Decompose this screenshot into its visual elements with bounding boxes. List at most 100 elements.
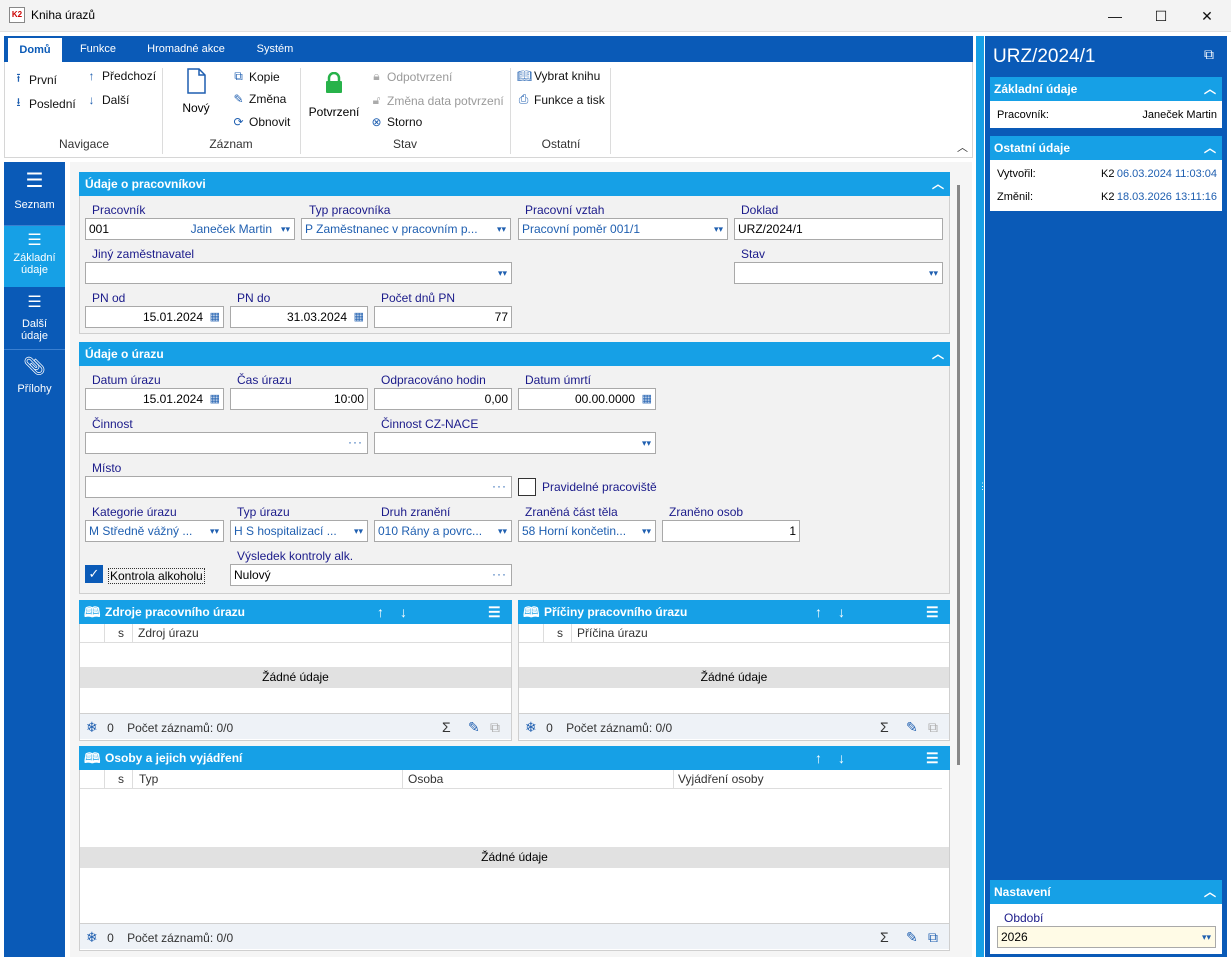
pencil-icon[interactable]: ✎ [468,714,480,740]
datum-urazu-field[interactable]: 15.01.2024 ▦ [85,388,224,410]
zraneno-osob-field[interactable]: 1 [662,520,800,542]
add-record-icon[interactable]: ⧉ [928,924,938,950]
typ-pracovnika-field[interactable]: P Zaměstnanec v pracovním p... ▾▾ [301,218,511,240]
move-down-icon[interactable]: ↓ [838,600,845,624]
pocet-dnu-pn-field[interactable]: 77 [374,306,512,328]
select-book-button[interactable]: 📖︎ Vybrat knihu [517,69,600,83]
move-up-icon[interactable]: ↑ [377,600,384,624]
pravidelne-pracoviste-checkbox[interactable] [518,478,536,496]
dropdown-icon[interactable]: ▾▾ [210,521,219,541]
pencil-icon[interactable]: ✎ [906,924,918,950]
col-s[interactable]: s [118,770,124,789]
obdobi-field[interactable]: 2026 ▾▾ [997,926,1216,948]
pencil-icon[interactable]: ✎ [906,714,918,740]
nav-seznam[interactable]: ☰ Seznam [4,166,65,224]
open-external-icon[interactable]: ⧉ [1204,46,1214,63]
nav-zakladni-udaje[interactable]: ☰ Základní údaje [4,226,65,287]
tab-hromadne-akce[interactable]: Hromadné akce [136,36,236,62]
sum-icon[interactable]: Σ [880,714,889,740]
kategorie-field[interactable]: M Středně vážný ... ▾▾ [85,520,224,542]
calendar-icon[interactable]: ▦ [642,389,652,409]
col-zdroj-urazu[interactable]: Zdroj úrazu [138,624,199,643]
collapse-icon[interactable]: ︿ [932,172,944,196]
tab-domu[interactable]: Domů [8,38,62,62]
snowflake-icon[interactable]: ❄ [86,929,98,945]
collapse-icon[interactable]: ︿ [1204,136,1216,160]
col-s[interactable]: s [557,624,563,643]
snowflake-icon[interactable]: ❄ [525,719,537,735]
move-up-icon[interactable]: ↑ [815,746,822,770]
new-button[interactable]: Nový [172,68,220,115]
tab-funkce[interactable]: Funkce [70,36,126,62]
nav-prilohy[interactable]: 📎︎ Přílohy [4,352,65,407]
pracovni-vztah-field[interactable]: Pracovní poměr 001/1 ▾▾ [518,218,728,240]
scrollbar[interactable] [957,185,960,765]
tab-system[interactable]: Systém [246,36,304,62]
menu-icon[interactable]: ☰ [488,600,501,624]
calendar-icon[interactable]: ▦ [210,389,220,409]
dropdown-icon[interactable]: ▾▾ [354,521,363,541]
col-typ[interactable]: Typ [139,770,158,789]
misto-field[interactable]: ··· [85,476,512,498]
collapse-icon[interactable]: ︿ [932,342,944,366]
dropdown-icon[interactable]: ▾▾ [642,521,651,541]
print-button[interactable]: ⎙ Funkce a tisk [517,92,605,107]
ellipsis-icon[interactable]: ··· [492,565,507,584]
unconfirm-button[interactable]: 🔒︎ Odpotvrzení [370,69,452,84]
first-button[interactable]: ⭱ První [12,69,57,90]
sum-icon[interactable]: Σ [442,714,451,740]
minimize-button[interactable]: — [1092,0,1138,32]
cinnost-field[interactable]: ··· [85,432,368,454]
col-s[interactable]: s [118,624,124,643]
nav-dalsi-udaje[interactable]: ☰ Další údaje [4,288,65,348]
menu-icon[interactable]: ☰ [926,746,939,770]
add-record-icon[interactable]: ⧉ [490,714,500,740]
refresh-button[interactable]: ⟳ Obnovit [232,115,290,129]
panel-splitter[interactable]: ⋮ [976,36,987,957]
pracovnik-field[interactable]: 001 Janeček Martin ▾▾ [85,218,295,240]
vysledek-kontroly-field[interactable]: Nulový ··· [230,564,512,586]
collapse-icon[interactable]: ︿ [1204,77,1216,101]
move-up-icon[interactable]: ↑ [815,600,822,624]
typ-urazu-field[interactable]: H S hospitalizací ... ▾▾ [230,520,368,542]
ellipsis-icon[interactable]: ··· [492,477,507,496]
calendar-icon[interactable]: ▦ [210,307,220,327]
previous-button[interactable]: ↑ Předchozí [85,69,157,83]
snowflake-icon[interactable]: ❄ [86,719,98,735]
move-down-icon[interactable]: ↓ [838,746,845,770]
next-button[interactable]: ↓ Další [85,93,130,107]
add-record-icon[interactable]: ⧉ [928,714,938,740]
dropdown-icon[interactable]: ▾▾ [714,219,723,239]
dropdown-icon[interactable]: ▾▾ [498,521,507,541]
ellipsis-icon[interactable]: ··· [348,433,363,452]
menu-icon[interactable]: ☰ [926,600,939,624]
dropdown-icon[interactable]: ▾▾ [1202,927,1211,947]
close-button[interactable]: ✕ [1184,0,1230,32]
maximize-button[interactable]: ☐ [1138,0,1184,32]
last-button[interactable]: ⭳ Poslední [12,93,75,114]
collapse-ribbon-icon[interactable]: ︿ [957,139,968,155]
col-vyjadreni-osoby[interactable]: Vyjádření osoby [678,770,764,789]
move-down-icon[interactable]: ↓ [400,600,407,624]
datum-umrti-field[interactable]: 00.00.0000 ▦ [518,388,656,410]
col-osoba[interactable]: Osoba [408,770,443,789]
dropdown-icon[interactable]: ▾▾ [498,263,507,283]
sum-icon[interactable]: Σ [880,924,889,950]
calendar-icon[interactable]: ▦ [354,307,364,327]
collapse-icon[interactable]: ︿ [1204,880,1216,904]
druh-zraneni-field[interactable]: 010 Rány a povrc... ▾▾ [374,520,512,542]
zranena-cast-field[interactable]: 58 Horní končetin... ▾▾ [518,520,656,542]
doklad-field[interactable]: URZ/2024/1 [734,218,943,240]
change-confirm-date-button[interactable]: 🔓︎ Změna data potvrzení [370,93,504,108]
pn-od-field[interactable]: 15.01.2024 ▦ [85,306,224,328]
stav-field[interactable]: ▾▾ [734,262,943,284]
cinnost-nace-field[interactable]: ▾▾ [374,432,656,454]
storno-button[interactable]: ⊗ Storno [370,115,422,129]
kontrola-alkoholu-checkbox[interactable]: ✓ [85,565,103,583]
confirm-button[interactable]: Potvrzení [306,71,362,119]
cas-urazu-field[interactable]: 10:00 [230,388,368,410]
copy-button[interactable]: ⧉ Kopie [232,69,280,84]
edit-button[interactable]: ✎ Změna [232,92,286,106]
dropdown-icon[interactable]: ▾▾ [642,433,651,453]
col-pricina-urazu[interactable]: Příčina úrazu [577,624,648,643]
